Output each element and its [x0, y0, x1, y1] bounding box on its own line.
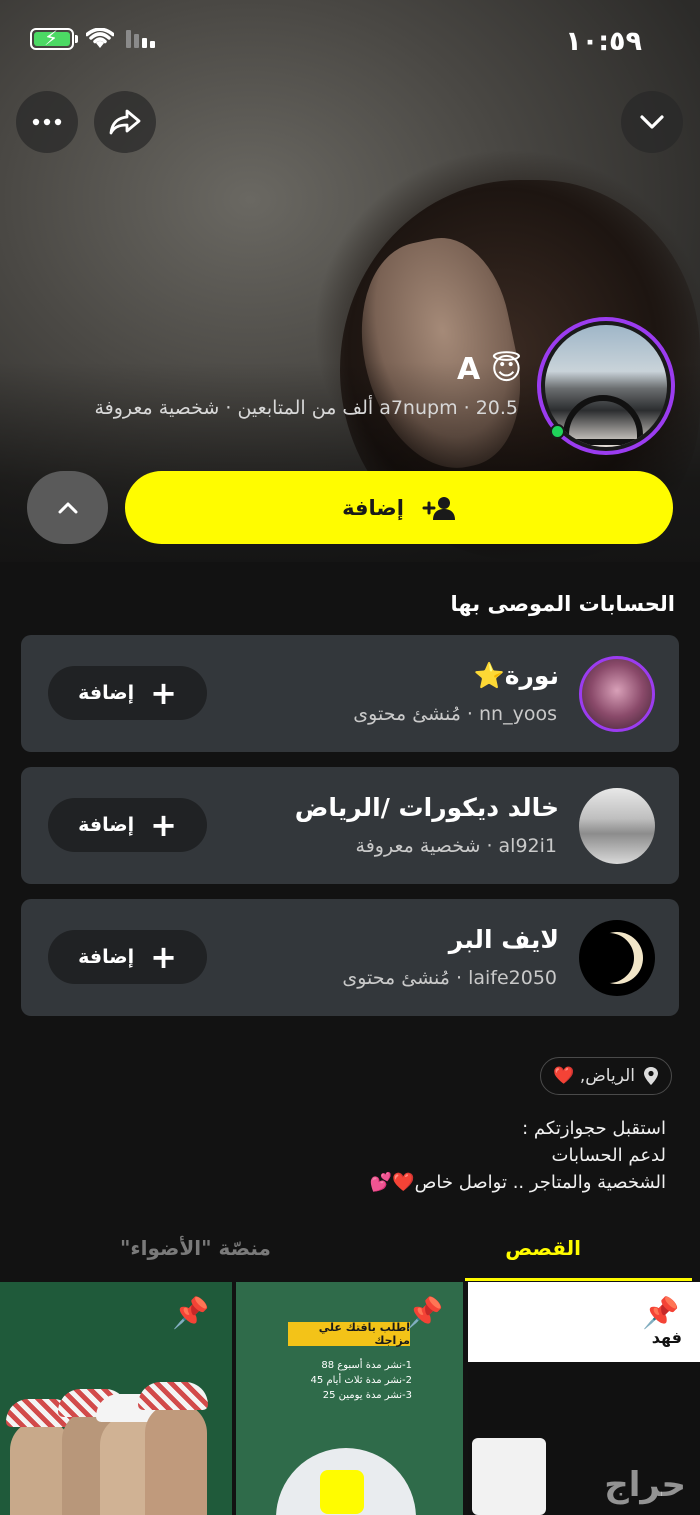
profile-name-emoji: 😇: [490, 352, 522, 387]
recommended-card[interactable]: خالد ديكورات /الرياض al92i1 · شخصية معرو…: [21, 767, 679, 884]
share-button[interactable]: [94, 91, 156, 153]
chevron-down-icon: [640, 115, 664, 129]
plus-icon: +: [150, 938, 177, 976]
price-line: 1-نشر مدة أسبوع 88: [321, 1360, 412, 1371]
recommended-subtitle: al92i1 · شخصية معروفة: [355, 835, 557, 857]
recommended-subtitle: nn_yoos · مُنشئ محتوى: [353, 703, 557, 725]
bio-line: الشخصية والمتاجر .. تواصل خاص❤️💕: [369, 1172, 666, 1193]
recommended-subtitle: laife2050 · مُنشئ محتوى: [342, 967, 557, 989]
pin-icon: 📌: [172, 1296, 210, 1331]
location-pin-icon: [644, 1067, 658, 1085]
story-thumbnail[interactable]: اطلب باقتك علي مزاجك 1-نشر مدة أسبوع 88 …: [236, 1282, 463, 1515]
collapse-recommendations-button[interactable]: [27, 471, 108, 544]
wifi-icon: [86, 28, 114, 48]
recommended-avatar[interactable]: [579, 920, 655, 996]
story-thumbnail[interactable]: فهد 📌 حراج: [468, 1282, 700, 1515]
bio-line: لدعم الحسابات: [551, 1145, 666, 1166]
close-profile-button[interactable]: [621, 91, 683, 153]
tab-stories[interactable]: القصص: [505, 1236, 581, 1260]
snapchat-ghost-icon: [320, 1470, 364, 1514]
add-friend-icon: [422, 496, 455, 520]
plus-icon: +: [150, 674, 177, 712]
add-friend-button[interactable]: إضافة: [125, 471, 673, 544]
active-tab-indicator: [465, 1278, 692, 1281]
bio-line: استقبل حجوازتكم :: [522, 1118, 666, 1139]
recommended-card[interactable]: لايف البر laife2050 · مُنشئ محتوى + إضاف…: [21, 899, 679, 1016]
location-text: الرياض, ❤️: [553, 1066, 635, 1086]
recommended-add-button[interactable]: + إضافة: [48, 666, 207, 720]
more-options-button[interactable]: [16, 91, 78, 153]
recommended-add-button[interactable]: + إضافة: [48, 798, 207, 852]
thumbnail-banner: اطلب باقتك علي مزاجك: [288, 1321, 410, 1347]
recommended-name: لايف البر: [448, 925, 559, 954]
cellular-signal-icon: [126, 30, 155, 48]
tab-spotlight[interactable]: منصّة "الأضواء": [120, 1236, 271, 1260]
watermark: حراج: [604, 1465, 686, 1505]
ellipsis-icon: [32, 118, 62, 126]
status-icons: ⚡: [30, 26, 155, 50]
plus-icon: +: [150, 806, 177, 844]
recommended-title: الحسابات الموصى بها: [450, 592, 675, 616]
recommended-add-button[interactable]: + إضافة: [48, 930, 207, 984]
recommended-card[interactable]: نورة⭐️ nn_yoos · مُنشئ محتوى + إضافة: [21, 635, 679, 752]
recommended-add-label: إضافة: [78, 682, 135, 704]
recommended-avatar[interactable]: [579, 788, 655, 864]
recommended-add-label: إضافة: [78, 814, 135, 836]
battery-icon: ⚡: [30, 26, 78, 50]
price-line: 2-نشر مدة ثلاث أيام 45: [310, 1375, 412, 1386]
recommended-name: نورة⭐️: [473, 661, 559, 690]
online-indicator: [550, 424, 565, 439]
add-friend-label: إضافة: [342, 495, 404, 520]
recommended-name: خالد ديكورات /الرياض: [294, 793, 559, 822]
recommended-avatar[interactable]: [579, 656, 655, 732]
profile-name: 😇 A: [457, 352, 522, 387]
recommended-add-label: إضافة: [78, 946, 135, 968]
chevron-up-icon: [58, 502, 77, 513]
share-icon: [109, 109, 141, 135]
profile-name-text: A: [457, 352, 481, 387]
profile-meta: a7nupm · 20.5 ألف من المتابعين · شخصية م…: [94, 397, 518, 419]
moon-icon: [584, 932, 643, 984]
story-thumbnail[interactable]: 📌: [0, 1282, 232, 1515]
pin-icon: 📌: [406, 1296, 444, 1331]
price-line: 3-نشر مدة يومين 25: [322, 1390, 412, 1401]
status-time: ١٠:٥٩: [565, 26, 642, 57]
bio-text: استقبل حجوازتكم : لدعم الحسابات الشخصية …: [370, 1115, 666, 1196]
pin-icon: 📌: [642, 1296, 680, 1331]
thumbnail-price-list: 1-نشر مدة أسبوع 88 2-نشر مدة ثلاث أيام 4…: [292, 1358, 412, 1403]
location-pill[interactable]: الرياض, ❤️: [540, 1057, 672, 1095]
